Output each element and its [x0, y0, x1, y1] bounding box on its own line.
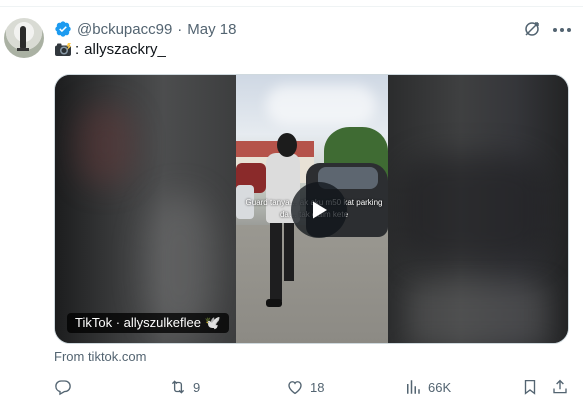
video-card[interactable]: Guard tanya… ak aku m50 kat parking da… … [54, 74, 569, 344]
tiktok-source-label: TikTok · allyszulkeflee 🕊️ [67, 313, 229, 333]
action-bar: 9 18 66K [54, 377, 571, 397]
person-head [277, 133, 297, 157]
verified-badge-icon [55, 21, 71, 37]
user-handle[interactable]: @bckupacc99 [77, 21, 172, 38]
retweet-count: 9 [193, 379, 201, 395]
separator-dot: · [177, 20, 183, 38]
play-icon [313, 201, 327, 219]
bookmark-button[interactable] [521, 377, 539, 397]
share-button[interactable] [551, 377, 569, 397]
tweet-text: : allyszackry_ [54, 41, 166, 58]
bookmark-icon [524, 379, 536, 395]
heart-icon [288, 381, 302, 395]
top-divider [0, 6, 583, 7]
avatar-figure-base [17, 48, 29, 51]
retweet-button[interactable]: 9 [169, 377, 200, 397]
blurred-background-left [55, 75, 236, 343]
like-count: 18 [310, 379, 325, 395]
play-button[interactable] [291, 182, 347, 238]
blurred-background-right [388, 75, 568, 343]
reply-button[interactable] [54, 377, 78, 397]
avatar[interactable] [4, 18, 44, 58]
tweet-header: @bckupacc99 · May 18 [54, 19, 236, 39]
mention-link[interactable]: allyszackry_ [84, 41, 166, 58]
avatar-figure [20, 26, 26, 50]
more-options-icon[interactable] [553, 27, 571, 33]
tweet-date[interactable]: May 18 [187, 21, 236, 38]
share-icon [553, 379, 567, 394]
source-link[interactable]: From tiktok.com [54, 349, 146, 364]
grok-icon[interactable] [523, 20, 541, 38]
camera-with-flash-icon [55, 43, 72, 56]
text-prefix: : [75, 41, 80, 58]
parking-ground [236, 225, 388, 343]
retweet-icon [171, 380, 185, 394]
bar-chart-icon [407, 380, 420, 394]
views-button[interactable]: 66K [404, 377, 451, 397]
like-button[interactable]: 18 [286, 377, 324, 397]
reply-icon [55, 380, 71, 396]
views-count: 66K [428, 379, 452, 395]
